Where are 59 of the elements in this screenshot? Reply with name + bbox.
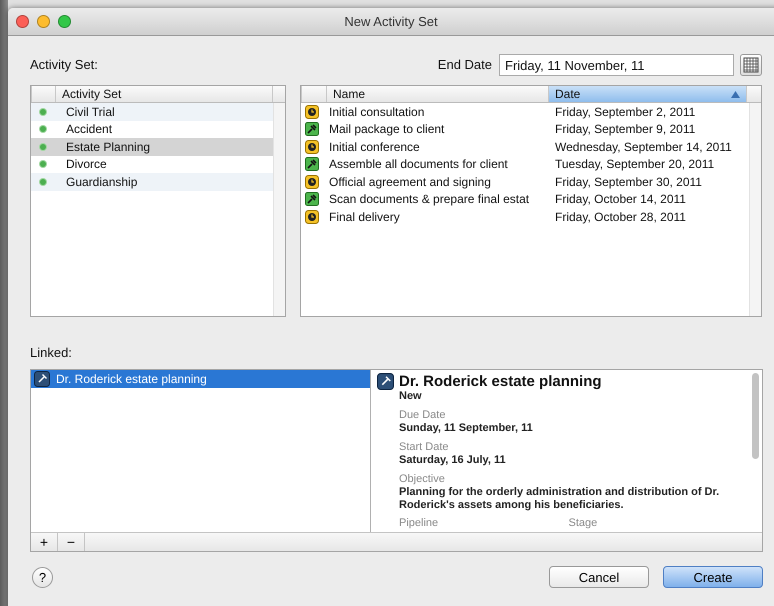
clock-icon xyxy=(305,210,319,224)
sort-arrow-icon xyxy=(731,90,740,98)
status-dot xyxy=(40,161,46,168)
activity-date: Friday, October 14, 2011 xyxy=(554,192,687,206)
activity-set-row[interactable]: Civil Trial xyxy=(31,103,274,120)
activity-name: Scan documents & prepare final estat xyxy=(329,192,530,206)
activity-date: Tuesday, September 20, 2011 xyxy=(554,157,716,172)
field-value: Saturday, 16 July, 11 xyxy=(398,454,507,467)
activity-date: Friday, September 30, 2011 xyxy=(554,174,703,189)
close-button[interactable] xyxy=(16,15,29,28)
window-title: New Activity Set xyxy=(344,14,438,29)
status-dot xyxy=(40,108,46,115)
pin-icon xyxy=(305,157,319,172)
status-dot xyxy=(40,144,46,150)
zoom-button[interactable] xyxy=(58,15,71,28)
calendar-button[interactable] xyxy=(740,54,762,76)
cancel-button[interactable]: Cancel xyxy=(549,566,649,588)
activity-name: Initial conference xyxy=(329,140,421,154)
activity-name: Mail package to client xyxy=(329,122,446,136)
pin-icon xyxy=(305,192,319,206)
activity-date: Friday, October 28, 2011 xyxy=(554,210,687,224)
activity-set-label: Activity Set: xyxy=(30,57,98,72)
activity-date: Wednesday, September 14, 2011 xyxy=(554,140,733,154)
detail-status: New xyxy=(398,390,423,403)
activity-name: Initial consultation xyxy=(329,104,426,119)
end-date-label: End Date xyxy=(438,57,492,72)
clock-icon xyxy=(305,104,319,119)
field-value: Planning for the orderly administration and distribution of Dr. Roderick's assets among his beneficiaries. xyxy=(398,486,720,512)
activity-name: Assemble all documents for client xyxy=(329,157,509,172)
minimize-button[interactable] xyxy=(37,15,50,28)
linked-item[interactable]: Dr. Roderick estate planning xyxy=(31,370,370,388)
remove-button[interactable]: − xyxy=(58,533,85,551)
create-button[interactable]: Create xyxy=(663,566,763,588)
end-date-field[interactable]: Friday, 11 November, 11 xyxy=(499,54,734,76)
help-button[interactable]: ? xyxy=(32,566,53,588)
field-label: Pipeline xyxy=(399,517,440,529)
clock-icon xyxy=(305,140,319,154)
detail-title: Dr. Roderick estate planning xyxy=(399,373,602,390)
field-label: Stage xyxy=(568,517,598,529)
status-dot xyxy=(40,178,46,185)
activity-name: Final delivery xyxy=(329,210,401,224)
column-header[interactable]: Date xyxy=(548,86,746,102)
activity-date: Friday, September 2, 2011 xyxy=(554,104,696,119)
field-label: Due Date xyxy=(398,409,446,422)
field-value: Sunday, 11 September, 11 xyxy=(398,422,534,435)
activity-name: Official agreement and signing xyxy=(329,174,492,189)
field-label: Start Date xyxy=(398,441,450,454)
activity-date: Friday, September 9, 2011 xyxy=(554,122,696,136)
field-label: Objective xyxy=(398,473,446,486)
status-dot xyxy=(40,126,46,132)
linked-label: Linked: xyxy=(30,345,72,360)
scrollbar-thumb[interactable] xyxy=(752,373,759,459)
activity-set-row[interactable]: Estate Planning xyxy=(31,138,274,156)
calendar-icon xyxy=(743,56,759,72)
pin-icon xyxy=(305,122,319,136)
add-button[interactable]: + xyxy=(31,533,58,551)
hammer-icon xyxy=(377,373,394,390)
clock-icon xyxy=(305,174,319,189)
activity-set-row[interactable]: Guardianship xyxy=(31,173,274,190)
